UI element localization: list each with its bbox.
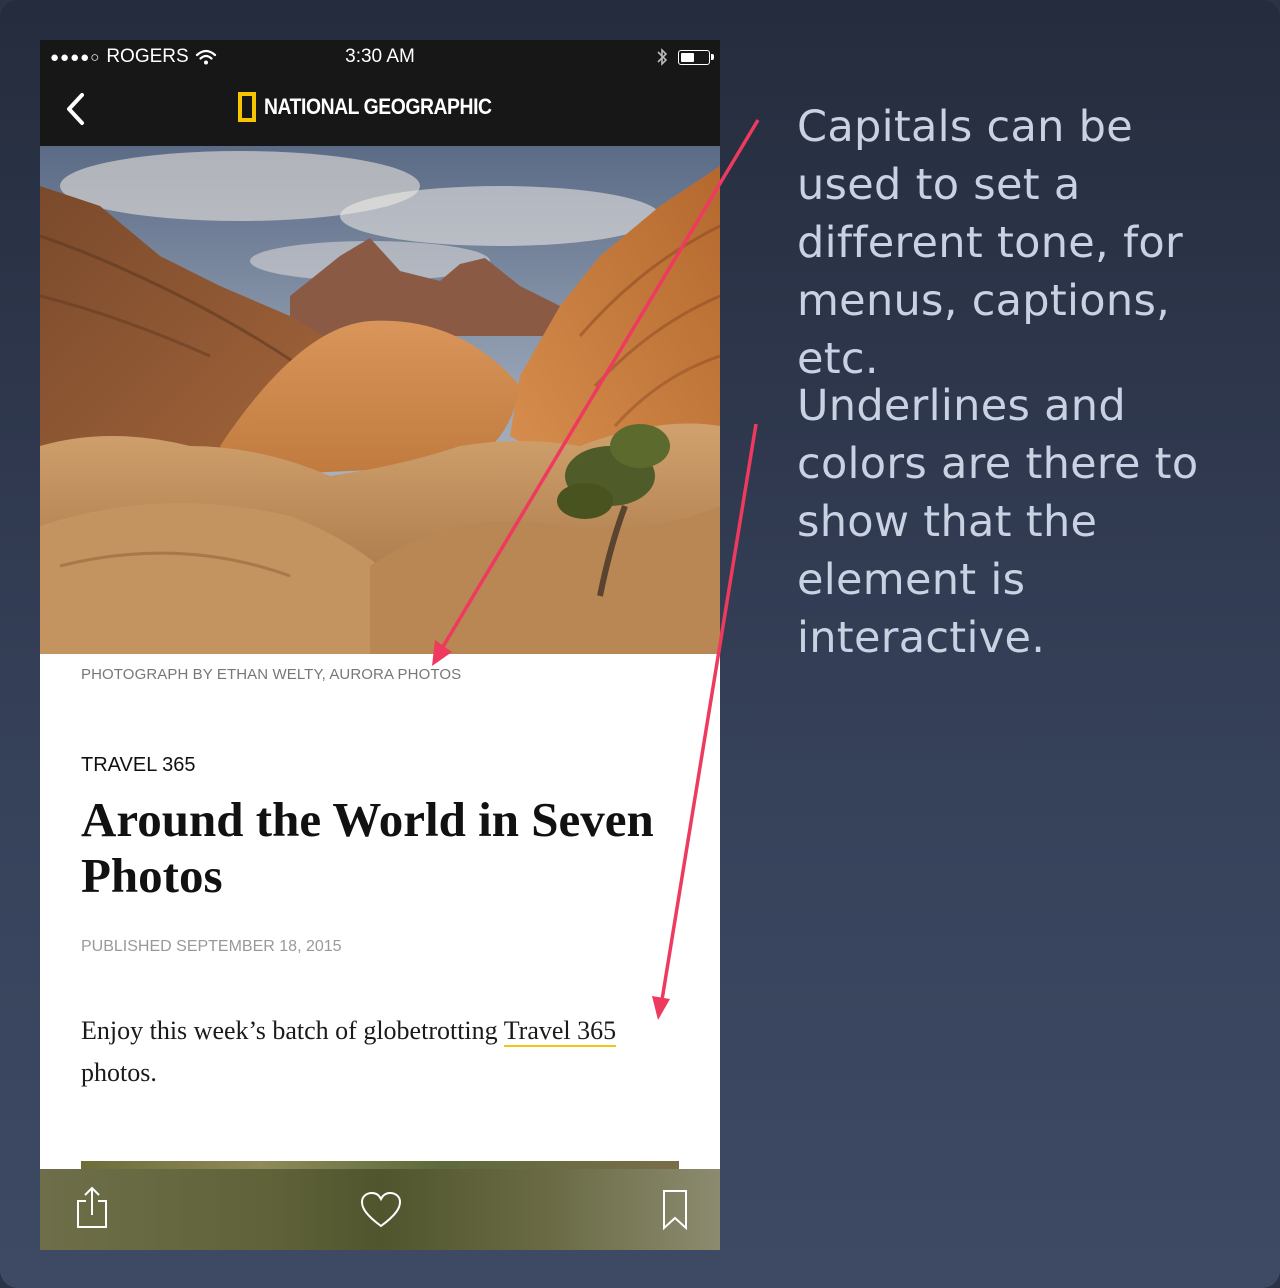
caption-arrowhead [432,640,452,666]
slide-canvas: ●●●●○ ROGERS 3:30 AM NATIONAL GEOGRAPHIC… [0,0,1280,1288]
link-arrow-line [659,423,758,1007]
link-arrowhead [652,996,670,1020]
annotation-arrows [432,119,760,1020]
caption-arrow-line [436,119,760,656]
